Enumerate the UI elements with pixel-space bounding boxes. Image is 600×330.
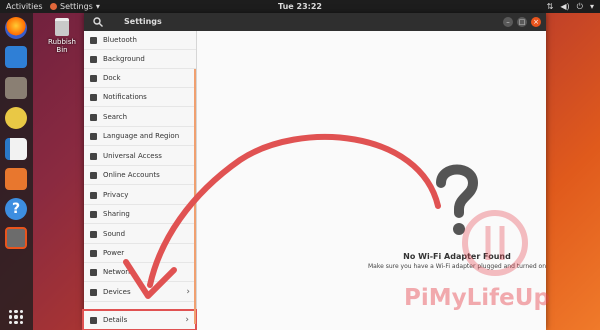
trash-icon xyxy=(55,18,69,36)
show-applications-button[interactable] xyxy=(9,310,23,324)
sidebar-item-label: Privacy xyxy=(103,190,129,199)
globe-icon xyxy=(90,132,97,140)
dock-icon xyxy=(90,74,97,82)
sidebar-item-label: Sharing xyxy=(103,209,130,218)
firefox-icon[interactable] xyxy=(5,17,27,39)
sidebar-item-background[interactable]: Background xyxy=(84,50,196,69)
network-icon: ⇅ xyxy=(546,2,554,11)
thunderbird-icon[interactable] xyxy=(5,46,27,68)
volume-icon: ◀) xyxy=(560,2,570,11)
cloud-icon xyxy=(90,171,97,179)
dock: ? xyxy=(0,13,33,330)
sidebar-item-details[interactable]: Details › xyxy=(82,309,197,330)
watermark-text: PiMyLifeUp xyxy=(404,285,550,311)
clock[interactable]: Tue 23:22 xyxy=(0,0,600,13)
scroll-indicator xyxy=(194,69,196,324)
sidebar-item-label: Sound xyxy=(103,229,126,238)
sidebar-item-label: Universal Access xyxy=(103,151,162,160)
background-icon xyxy=(90,55,97,63)
sidebar-item-search[interactable]: Search xyxy=(84,108,196,127)
bluetooth-icon xyxy=(90,36,97,44)
settings-window: Settings – □ × Bluetooth Background Dock No… xyxy=(82,13,546,330)
rubbish-bin[interactable]: Rubbish Bin xyxy=(42,18,82,54)
sidebar-item-label: Network xyxy=(103,267,133,276)
sidebar-item-label: Background xyxy=(103,54,145,63)
info-icon xyxy=(90,316,97,324)
printer-icon xyxy=(90,288,97,296)
window-controls: – □ × xyxy=(503,17,541,27)
power-icon: ⏻ xyxy=(576,2,583,11)
sidebar-item-label: Devices xyxy=(103,287,131,296)
writer-icon[interactable] xyxy=(5,138,27,160)
bell-icon xyxy=(90,93,97,101)
settings-sidebar: Bluetooth Background Dock Notifications Sear… xyxy=(82,31,197,330)
settings-icon[interactable] xyxy=(5,227,27,249)
sidebar-item-label: Online Accounts xyxy=(103,170,160,179)
search-icon xyxy=(90,113,97,121)
minimize-button[interactable]: – xyxy=(503,17,513,27)
help-icon[interactable]: ? xyxy=(5,198,27,220)
sidebar-item-label: Power xyxy=(103,248,125,257)
network-icon xyxy=(90,268,97,276)
sidebar-item-online-accounts[interactable]: Online Accounts xyxy=(84,166,196,185)
sidebar-item-label: Details xyxy=(103,315,128,324)
files-icon[interactable] xyxy=(5,77,27,99)
maximize-button[interactable]: □ xyxy=(517,17,527,27)
sidebar-item-label: Notifications xyxy=(103,92,147,101)
battery-icon xyxy=(90,249,97,257)
sidebar-item-label: Bluetooth xyxy=(103,35,137,44)
sidebar-item-label: Search xyxy=(103,112,128,121)
close-button[interactable]: × xyxy=(531,17,541,27)
sidebar-item-power[interactable]: Power xyxy=(84,244,196,263)
software-icon[interactable] xyxy=(5,168,27,190)
header-bar: Settings – □ × xyxy=(84,13,546,31)
search-icon[interactable] xyxy=(92,16,104,28)
window-title: Settings xyxy=(124,17,162,26)
sidebar-item-bluetooth[interactable]: Bluetooth xyxy=(84,31,196,50)
share-icon xyxy=(90,210,97,218)
rubbish-bin-label: Rubbish Bin xyxy=(48,38,76,54)
sidebar-item-notifications[interactable]: Notifications xyxy=(84,88,196,107)
sidebar-item-network[interactable]: Network xyxy=(84,263,196,282)
sidebar-item-language-and-region[interactable]: Language and Region xyxy=(84,127,196,146)
sidebar-item-sharing[interactable]: Sharing xyxy=(84,205,196,224)
sidebar-item-label: Dock xyxy=(103,73,121,82)
accessibility-icon xyxy=(90,152,97,160)
chevron-down-icon: ▾ xyxy=(589,2,594,11)
top-bar: Activities Settings ▾ Tue 23:22 ⇅ ◀) ⏻ ▾ xyxy=(0,0,600,13)
sidebar-item-label: Language and Region xyxy=(103,131,180,140)
hand-icon xyxy=(90,191,97,199)
system-tray[interactable]: ⇅ ◀) ⏻ ▾ xyxy=(547,0,594,13)
watermark-logo xyxy=(462,210,528,276)
speaker-icon xyxy=(90,230,97,238)
sidebar-item-universal-access[interactable]: Universal Access xyxy=(84,147,196,166)
chevron-right-icon: › xyxy=(185,314,189,325)
rhythmbox-icon[interactable] xyxy=(5,107,27,129)
sidebar-item-dock[interactable]: Dock xyxy=(84,69,196,88)
sidebar-item-sound[interactable]: Sound xyxy=(84,225,196,244)
sidebar-item-privacy[interactable]: Privacy xyxy=(84,186,196,205)
chevron-right-icon: › xyxy=(186,286,190,297)
sidebar-item-devices[interactable]: Devices › xyxy=(84,283,196,302)
